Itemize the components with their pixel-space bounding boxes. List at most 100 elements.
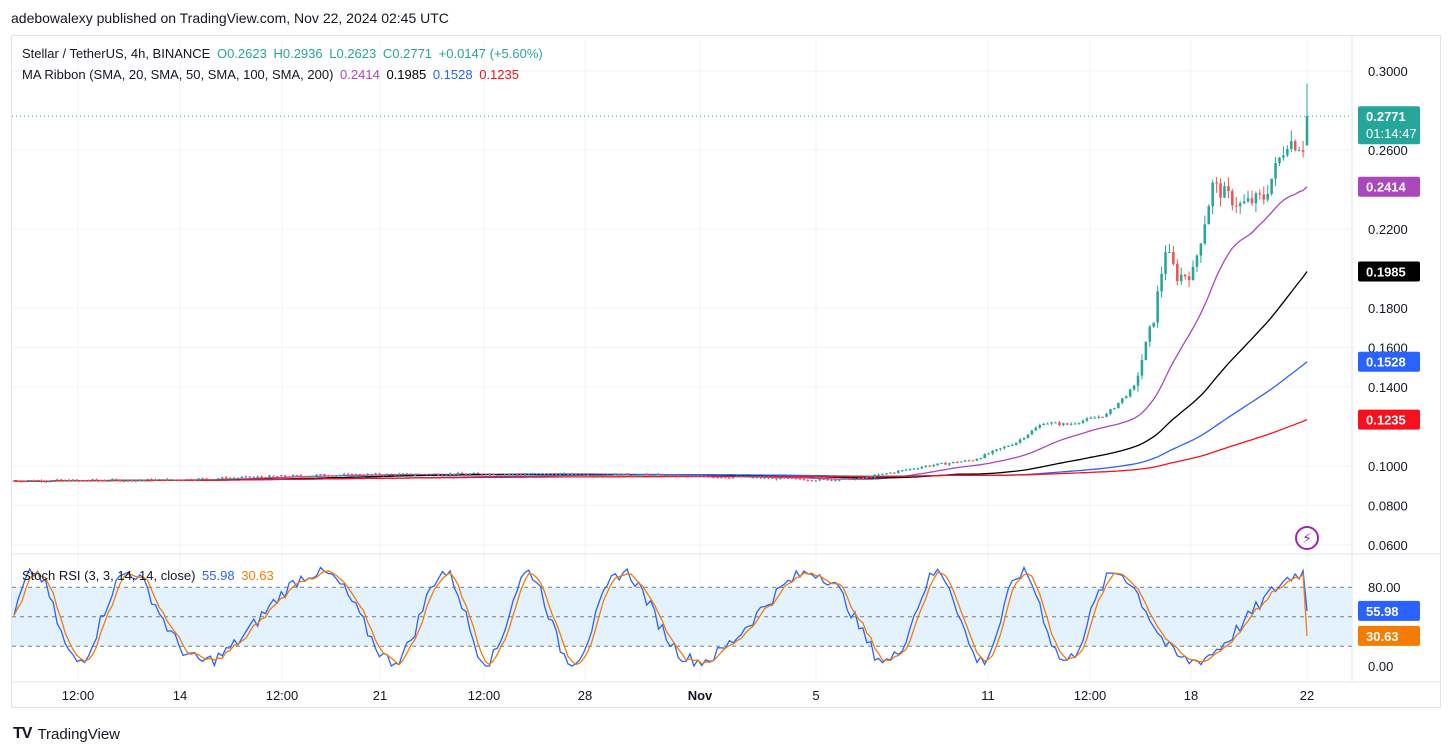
candle-body (920, 466, 924, 469)
tradingview-logo-icon[interactable]: TV (13, 725, 32, 743)
candle-body (1215, 182, 1218, 184)
candle-body (1223, 186, 1226, 198)
change-value: +0.0147 (+5.60%) (438, 46, 543, 61)
candle-body (873, 474, 876, 478)
symbol-name[interactable]: Stellar / TetherUS, 4h, BINANCE (22, 46, 210, 61)
candle-body (472, 472, 476, 474)
candle-body (71, 479, 75, 482)
candle-body (1034, 427, 1038, 431)
candle-body (1046, 423, 1049, 425)
low-value: L0.2623 (329, 46, 377, 61)
candle-body (1242, 201, 1246, 204)
candle-body (114, 479, 118, 481)
candle-body (264, 477, 267, 479)
candle-body (559, 473, 562, 476)
candle-body (480, 473, 483, 475)
candle-body (1097, 416, 1100, 418)
candle-body (40, 480, 43, 482)
candle-body (166, 479, 169, 481)
candle-body (429, 474, 432, 476)
candle-body (621, 473, 625, 476)
candle-body (36, 480, 39, 482)
candle-body (232, 477, 236, 479)
candle-body (464, 473, 468, 475)
candle-body (441, 475, 444, 477)
candle-body (248, 476, 252, 478)
ma-title[interactable]: MA Ribbon (SMA, 20, SMA, 50, SMA, 100, S… (22, 67, 333, 82)
candle-body (16, 480, 20, 482)
chart-canvas[interactable]: 0.30000.26000.22000.18000.16000.14000.10… (0, 0, 1453, 756)
candle-body (169, 479, 173, 481)
x-tick-label: 11 (981, 688, 995, 703)
candle-body (197, 478, 200, 481)
stoch-band (12, 586, 1352, 647)
candle-body (806, 480, 810, 482)
candle-body (28, 480, 31, 482)
open-value: O0.2623 (216, 46, 267, 61)
candle-body (221, 477, 224, 479)
candle-body (1176, 263, 1179, 282)
candle-body (1073, 423, 1077, 425)
candle-body (963, 460, 967, 462)
candle-body (268, 475, 271, 478)
y-tick-label: 0.0800 (1368, 499, 1408, 514)
candle-body (653, 474, 656, 476)
candle-body (908, 468, 912, 470)
candle-body (661, 474, 664, 477)
candle-body (1038, 425, 1042, 428)
candle-body (979, 458, 983, 460)
candle-body (987, 453, 990, 455)
y-tick-label: 0.3000 (1368, 64, 1408, 79)
candle-body (12, 480, 16, 482)
candle-body (244, 476, 248, 478)
candle-body (1266, 193, 1269, 200)
candle-body (413, 474, 417, 476)
candle-body (1007, 445, 1010, 447)
candle-body (751, 477, 755, 479)
candle-body (1207, 206, 1211, 225)
candle-body (1187, 276, 1191, 281)
candle-body (645, 473, 649, 475)
candle-body (881, 473, 884, 475)
candle-body (1262, 194, 1266, 200)
candle-body (896, 470, 900, 473)
candle-body (417, 474, 421, 476)
candle-body (1014, 442, 1018, 445)
candle-body (641, 473, 645, 475)
candle-body (409, 473, 413, 475)
candle-body (1081, 420, 1085, 423)
candle-body (912, 468, 916, 470)
candle-body (256, 476, 259, 478)
candle-body (771, 477, 774, 479)
candle-body (704, 475, 707, 477)
candle-body (358, 474, 362, 476)
candle-body (173, 479, 177, 481)
candle-body (126, 479, 130, 481)
candle-body (865, 476, 869, 479)
candle-body (1085, 418, 1089, 421)
candle-body (421, 474, 425, 476)
candle-body (971, 460, 975, 462)
candle-body (830, 479, 833, 481)
candle-body (150, 479, 153, 481)
ma50-line (13, 271, 1308, 482)
candle-body (181, 480, 185, 482)
candle-body (217, 478, 220, 480)
stoch-title[interactable]: Stoch RSI (3, 3, 14, 14, close) (22, 568, 195, 583)
candle-body (260, 476, 263, 478)
candle-body (154, 479, 157, 481)
high-value: H0.2936 (273, 46, 323, 61)
candle-body (1124, 396, 1128, 399)
x-tick-label: 28 (578, 688, 592, 703)
candle-body (637, 474, 641, 476)
candle-body (743, 476, 747, 478)
lightning-icon[interactable]: ⚡︎ (1295, 526, 1319, 550)
candle-body (669, 474, 672, 477)
candle-body (500, 474, 503, 476)
candle-body (955, 461, 959, 463)
candle-body (944, 462, 947, 465)
candle-body (1022, 437, 1026, 440)
candle-body (900, 470, 904, 472)
candle-body (1062, 423, 1065, 426)
candle-body (574, 473, 578, 475)
